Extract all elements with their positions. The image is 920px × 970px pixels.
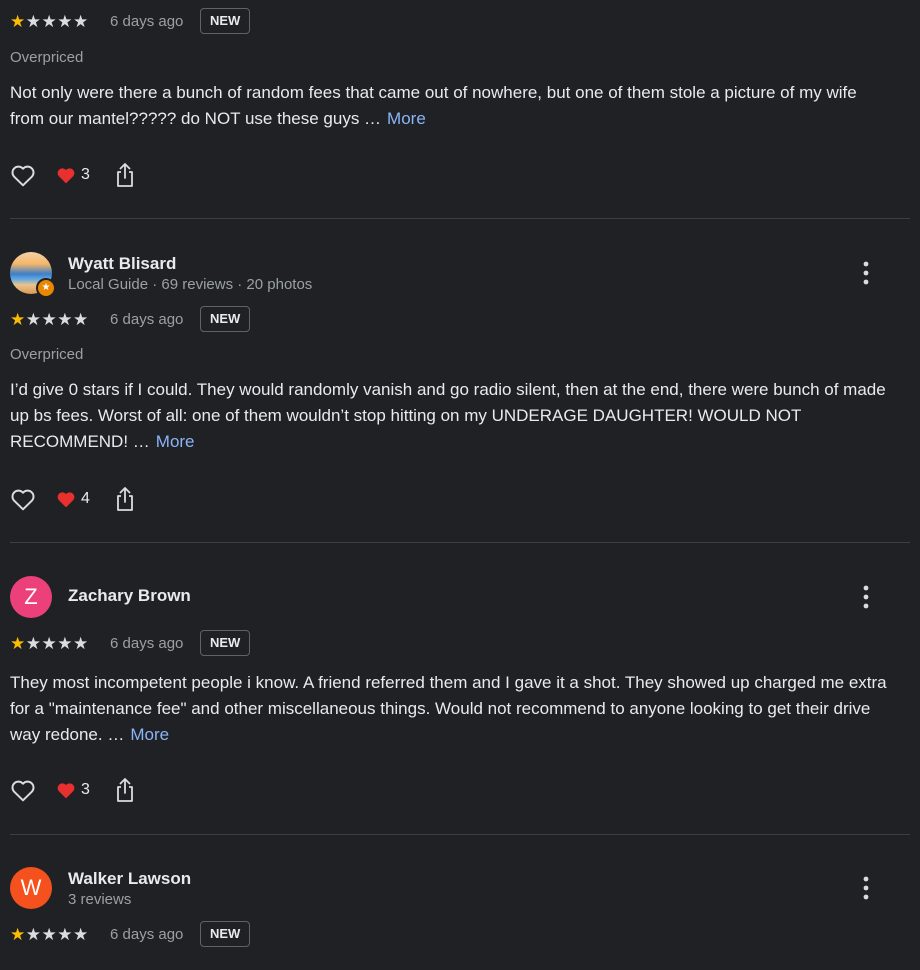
star-icon: ★: [73, 310, 89, 329]
heart-outline-icon[interactable]: [10, 778, 36, 802]
rating-row: ★★★★★ 6 days ago NEW: [10, 8, 910, 36]
review-text: They most incompetent people i know. A f…: [10, 670, 895, 748]
star-icon: ★: [57, 925, 73, 944]
rating-row: ★★★★★ 6 days ago NEW: [10, 921, 910, 949]
more-link[interactable]: More: [130, 725, 169, 744]
star-icon: ★: [25, 310, 42, 329]
red-heart-icon: [57, 168, 75, 184]
avatar[interactable]: Z: [10, 576, 52, 618]
more-vert-icon[interactable]: [856, 260, 876, 286]
star-rating: ★★★★★: [10, 634, 89, 654]
review-card: ★★★★★ 6 days ago NEW Overpriced Not only…: [10, 0, 910, 218]
reviews-feed: ★★★★★ 6 days ago NEW Overpriced Not only…: [0, 0, 920, 970]
share-icon[interactable]: [115, 777, 135, 803]
review-text: I’d give 0 stars if I could. They would …: [10, 377, 895, 455]
star-rating: ★★★★★: [10, 310, 89, 330]
reviewer-name[interactable]: Zachary Brown: [68, 586, 191, 606]
star-icon: ★: [41, 634, 58, 653]
rating-row: ★★★★★ 6 days ago NEW: [10, 630, 910, 658]
star-icon: ★: [73, 925, 89, 944]
review-actions: 4: [10, 485, 310, 515]
review-actions: 3: [10, 776, 310, 806]
star-icon: ★: [10, 12, 26, 31]
review-actions: 3: [10, 161, 310, 191]
star-icon: ★: [10, 925, 26, 944]
red-heart-icon: [57, 783, 75, 799]
review-time: 6 days ago: [110, 13, 184, 30]
review-header: Z Zachary Brown: [10, 576, 910, 624]
star-rating: ★★★★★: [10, 925, 89, 945]
review-time: 6 days ago: [110, 926, 184, 943]
review-header: ★ Wyatt Blisard Local Guide · 69 reviews…: [10, 252, 910, 300]
review-card: Z Zachary Brown ★★★★★ 6 days ago NEW The…: [10, 576, 910, 834]
star-icon: ★: [10, 634, 26, 653]
star-icon: ★: [10, 310, 26, 329]
rating-row: ★★★★★ 6 days ago NEW: [10, 306, 910, 334]
star-icon: ★: [73, 634, 89, 653]
reaction-count: 3: [81, 166, 90, 183]
more-link[interactable]: More: [387, 109, 426, 128]
divider: [10, 542, 910, 543]
local-guide-badge-icon: ★: [36, 278, 56, 298]
red-heart-icon: [57, 492, 75, 508]
star-icon: ★: [57, 12, 73, 31]
review-time: 6 days ago: [110, 311, 184, 328]
star-icon: ★: [57, 310, 73, 329]
more-vert-icon[interactable]: [856, 584, 876, 610]
review-tag: Overpriced: [10, 346, 84, 363]
review-body: Not only were there a bunch of random fe…: [10, 83, 857, 128]
avatar-initial: W: [20, 875, 42, 900]
more-link[interactable]: More: [156, 432, 195, 451]
reviewer-name[interactable]: Wyatt Blisard: [68, 254, 176, 274]
review-card: ★ Wyatt Blisard Local Guide · 69 reviews…: [10, 252, 910, 542]
reaction-count: 3: [81, 781, 90, 798]
star-icon: ★: [41, 925, 58, 944]
star-icon: ★: [25, 634, 42, 653]
review-body: I’d give 0 stars if I could. They would …: [10, 380, 886, 451]
review-tag: Overpriced: [10, 49, 84, 66]
star-icon: ★: [41, 310, 58, 329]
reviewer-name[interactable]: Walker Lawson: [68, 869, 191, 889]
review-card: W Walker Lawson 3 reviews ★★★★★ 6 days a…: [10, 867, 910, 967]
reviewer-meta[interactable]: 3 reviews: [68, 891, 131, 908]
avatar[interactable]: ★: [10, 252, 56, 298]
share-icon[interactable]: [115, 486, 135, 512]
reaction-count: 4: [81, 490, 90, 507]
new-badge: NEW: [200, 921, 251, 947]
star-rating: ★★★★★: [10, 12, 89, 32]
avatar-initial: Z: [24, 584, 38, 609]
divider: [10, 218, 910, 219]
star-icon: ★: [57, 634, 73, 653]
star-icon: ★: [25, 925, 42, 944]
review-time: 6 days ago: [110, 635, 184, 652]
star-icon: ★: [73, 12, 89, 31]
avatar[interactable]: W: [10, 867, 52, 909]
new-badge: NEW: [200, 8, 251, 34]
new-badge: NEW: [200, 630, 251, 656]
heart-outline-icon[interactable]: [10, 487, 36, 511]
share-icon[interactable]: [115, 162, 135, 188]
new-badge: NEW: [200, 306, 251, 332]
more-vert-icon[interactable]: [856, 875, 876, 901]
heart-outline-icon[interactable]: [10, 163, 36, 187]
star-icon: ★: [25, 12, 42, 31]
review-text: Not only were there a bunch of random fe…: [10, 80, 895, 132]
star-icon: ★: [41, 12, 58, 31]
reviewer-meta[interactable]: Local Guide · 69 reviews · 20 photos: [68, 276, 312, 293]
divider: [10, 834, 910, 835]
review-header: W Walker Lawson 3 reviews: [10, 867, 910, 915]
